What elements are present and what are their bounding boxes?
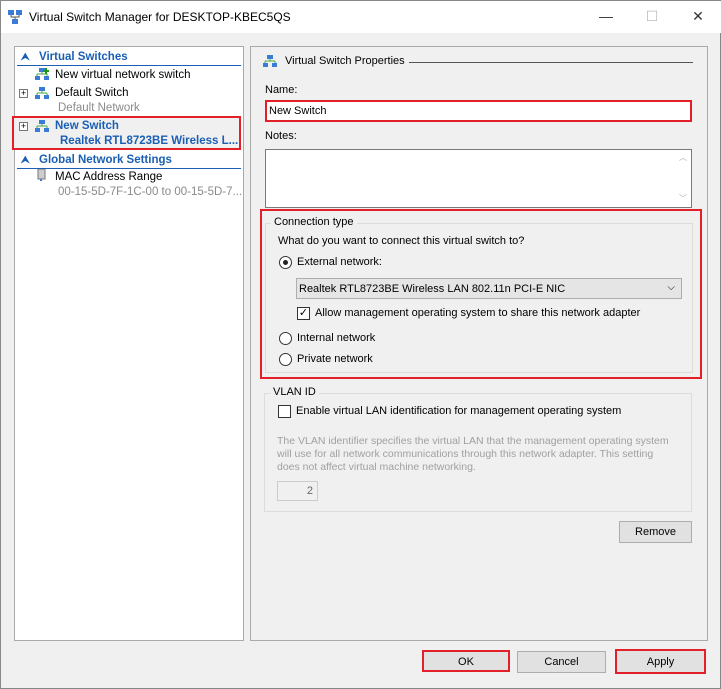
notes-scrollbar[interactable]: ︿ ﹀: [675, 150, 691, 207]
network-switch-icon: [35, 87, 49, 99]
remove-button[interactable]: Remove: [619, 521, 692, 543]
expand-icon[interactable]: +: [19, 122, 28, 131]
close-button[interactable]: ✕: [675, 1, 721, 33]
add-network-icon: [35, 68, 49, 80]
vlan-id-value: 2: [306, 485, 313, 497]
section-label: Virtual Switches: [39, 51, 128, 63]
vlan-enable-checkbox[interactable]: [278, 405, 291, 418]
tree-item-mac-range[interactable]: MAC Address Range: [55, 171, 162, 183]
vlan-title: VLAN ID: [270, 386, 319, 398]
window-title: Virtual Switch Manager for DESKTOP-KBEC5…: [29, 10, 291, 24]
vlan-id-input[interactable]: 2: [277, 481, 318, 501]
network-switch-icon: [263, 55, 277, 67]
title-bar: Virtual Switch Manager for DESKTOP-KBEC5…: [1, 1, 721, 33]
name-value: New Switch: [269, 105, 327, 117]
internal-network-label[interactable]: Internal network: [297, 332, 375, 344]
notes-textarea[interactable]: ︿ ﹀: [265, 149, 692, 208]
connection-type-title: Connection type: [271, 216, 357, 228]
section-virtual-switches[interactable]: ⮝ Virtual Switches: [17, 49, 241, 66]
header-divider: [409, 62, 693, 63]
chevron-down-icon: ⌵: [667, 282, 675, 293]
adapter-value: Realtek RTL8723BE Wireless LAN 802.11n P…: [299, 283, 566, 295]
notes-label: Notes:: [265, 130, 297, 142]
vlan-enable-label[interactable]: Enable virtual LAN identification for ma…: [296, 405, 621, 417]
properties-panel: Virtual Switch Properties Name: New Swit…: [250, 46, 708, 641]
properties-header: Virtual Switch Properties: [285, 55, 405, 67]
section-label: Global Network Settings: [39, 154, 172, 166]
name-input[interactable]: New Switch: [265, 100, 692, 122]
tree-item-default-switch[interactable]: Default Switch: [55, 87, 129, 99]
adapter-dropdown[interactable]: Realtek RTL8723BE Wireless LAN 802.11n P…: [296, 278, 682, 299]
mac-range-subtitle: 00-15-5D-7F-1C-00 to 00-15-5D-7...: [58, 186, 243, 198]
tree-item-new-switch[interactable]: New virtual network switch: [55, 69, 190, 81]
allow-mgmt-checkbox[interactable]: ✓: [297, 307, 310, 320]
default-switch-subtitle: Default Network: [58, 102, 140, 114]
expand-icon[interactable]: +: [19, 89, 28, 98]
vlan-description: The VLAN identifier specifies the virtua…: [277, 435, 669, 473]
selected-switch-subtitle: Realtek RTL8723BE Wireless L...: [60, 135, 239, 147]
app-icon: [8, 10, 22, 24]
private-network-label[interactable]: Private network: [297, 353, 373, 365]
internal-network-radio[interactable]: [279, 332, 292, 345]
network-adapter-icon: [37, 169, 46, 181]
maximize-button[interactable]: ☐: [629, 1, 675, 33]
network-switch-icon: [35, 120, 49, 132]
cancel-button[interactable]: Cancel: [517, 651, 606, 673]
external-network-label[interactable]: External network:: [297, 256, 382, 268]
collapse-icon: ⮝: [21, 155, 30, 166]
ok-button[interactable]: OK: [422, 650, 510, 672]
name-label: Name:: [265, 84, 298, 96]
tree-item-new-switch-selected[interactable]: New Switch: [55, 120, 119, 132]
private-network-radio[interactable]: [279, 353, 292, 366]
external-network-radio[interactable]: [279, 256, 292, 269]
allow-mgmt-label[interactable]: Allow management operating system to sha…: [315, 307, 640, 319]
switch-tree: ⮝ Virtual Switches New virtual network sw…: [12, 46, 244, 641]
minimize-button[interactable]: —: [583, 1, 629, 33]
connection-question: What do you want to connect this virtual…: [278, 235, 525, 247]
section-global-settings[interactable]: ⮝ Global Network Settings: [17, 152, 241, 169]
collapse-icon: ⮝: [21, 52, 30, 63]
apply-button[interactable]: Apply: [615, 649, 706, 674]
